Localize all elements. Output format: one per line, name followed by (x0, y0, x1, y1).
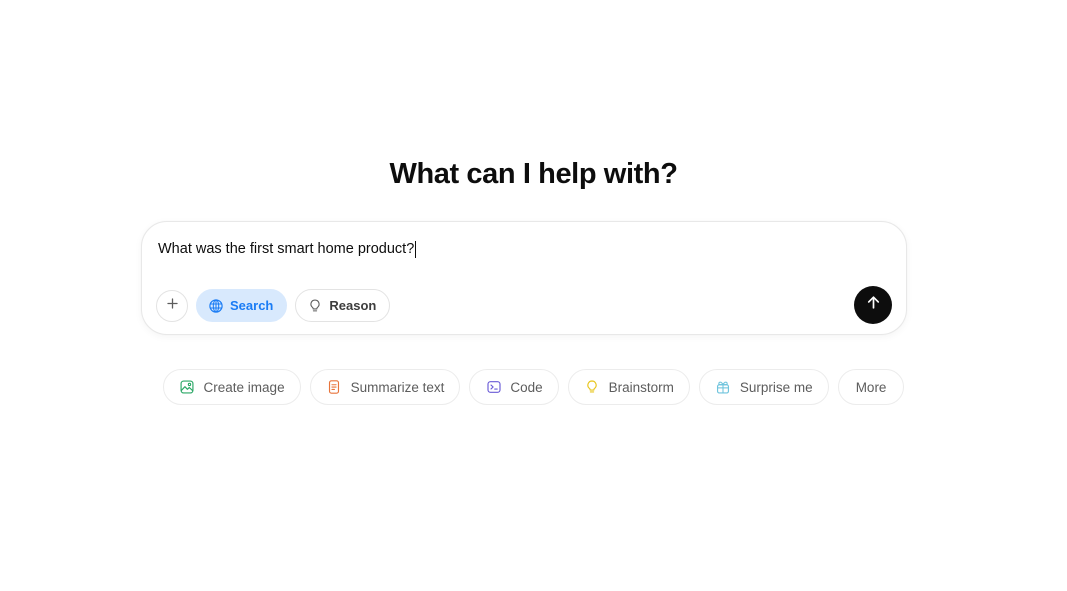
composer-toolbar: Search Reason (156, 289, 391, 322)
chat-landing-page: What can I help with? What was the first… (0, 0, 1067, 591)
lightbulb-icon (306, 297, 323, 314)
chip-brainstorm[interactable]: Brainstorm (567, 369, 690, 405)
chip-code[interactable]: Code (469, 369, 559, 405)
chip-label: More (855, 379, 887, 395)
chip-label: Summarize text (350, 379, 445, 395)
composer-input-row[interactable]: What was the first smart home product? (158, 235, 890, 263)
tool-reason-label: Reason (329, 298, 377, 313)
text-caret (415, 240, 417, 258)
terminal-icon (485, 379, 502, 396)
chip-more[interactable]: More (837, 369, 905, 405)
add-attachment-button[interactable] (156, 289, 188, 322)
chip-summarize-text[interactable]: Summarize text (309, 369, 461, 405)
message-composer[interactable]: What was the first smart home product? S… (141, 221, 907, 335)
chip-label: Create image (203, 379, 285, 395)
arrow-up-icon (864, 293, 883, 317)
image-icon (179, 379, 196, 396)
document-icon (326, 379, 343, 396)
tool-search-label: Search (230, 298, 274, 313)
gift-icon (715, 379, 732, 396)
globe-icon (207, 297, 224, 314)
chip-label: Surprise me (739, 379, 813, 395)
suggestion-chips: Create image Summarize text Code Brainst… (0, 369, 1067, 405)
plus-icon (165, 296, 180, 316)
chip-create-image[interactable]: Create image (162, 369, 301, 405)
message-input[interactable]: What was the first smart home product? (158, 239, 414, 259)
lightbulb-icon (584, 379, 601, 396)
tool-reason-button[interactable]: Reason (295, 289, 391, 322)
chip-label: Brainstorm (608, 379, 674, 395)
send-button[interactable] (854, 286, 892, 324)
chip-surprise-me[interactable]: Surprise me (698, 369, 829, 405)
chip-label: Code (510, 379, 543, 395)
tool-search-button[interactable]: Search (196, 289, 288, 322)
page-title: What can I help with? (389, 158, 678, 190)
